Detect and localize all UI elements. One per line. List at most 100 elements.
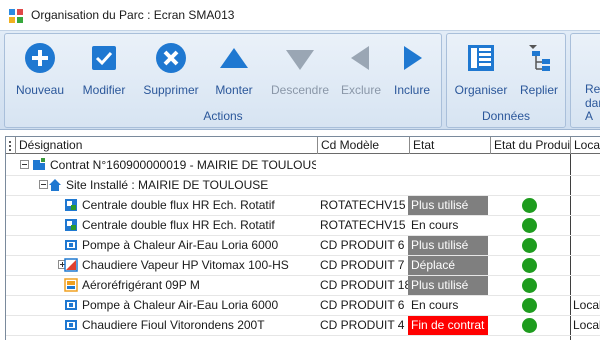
- arrow-up-icon: [220, 48, 248, 68]
- nouveau-button[interactable]: Nouveau: [12, 42, 68, 106]
- status-ok-icon: [522, 218, 537, 233]
- plus-circle-icon: [25, 43, 55, 73]
- grid-layout-icon: [468, 45, 494, 71]
- equipment-icon: [65, 320, 77, 330]
- ventilation-unit-icon: [65, 199, 77, 211]
- nouveau-label: Nouveau: [15, 83, 65, 97]
- column-header-etat-produit[interactable]: Etat du Produit: [491, 137, 571, 154]
- cell-modele: CD PRODUIT 6: [320, 238, 405, 252]
- contract-icon: [33, 158, 45, 170]
- descendre-label: Descendre: [270, 83, 330, 97]
- donnees-group: Organiser Replier Données: [446, 33, 566, 128]
- cell-designation: Site Installé : MAIRIE DE TOULOUSE: [66, 178, 269, 192]
- monter-button[interactable]: Monter: [209, 42, 259, 106]
- column-header-designation[interactable]: Désignation: [16, 137, 318, 154]
- column-header-etat[interactable]: Etat: [410, 137, 491, 154]
- partial-button[interactable]: Re dan: [585, 82, 600, 110]
- cell-designation: Pompe à Chaleur Air-Eau Loria 6000: [82, 238, 279, 252]
- cell-designation: Chaudiere Fioul Vitorondens 200T: [82, 318, 265, 332]
- status-ok-icon: [522, 278, 537, 293]
- tree-collapse-icon: [529, 45, 550, 71]
- window-title: Organisation du Parc : Ecran SMA013: [31, 8, 235, 22]
- actions-caption: Actions: [203, 109, 243, 123]
- exclure-label: Exclure: [340, 83, 381, 97]
- equipment-icon: [65, 240, 77, 250]
- monter-label: Monter: [215, 83, 253, 97]
- modifier-button[interactable]: Modifier: [75, 42, 133, 106]
- cell-etat: Plus utilisé: [408, 276, 488, 295]
- actions-group: Nouveau Modifier Supprimer Monter Descen…: [4, 33, 442, 128]
- cell-etat: En cours: [411, 298, 459, 312]
- replier-label: Replier: [519, 83, 558, 97]
- cell-etat: Fin de contrat: [408, 316, 488, 335]
- table-row[interactable]: Aéroréfrigérant 09P M CD PRODUIT 18 Plus u…: [6, 275, 600, 295]
- inclure-button[interactable]: Inclure: [390, 42, 434, 106]
- cell-designation: Aéroréfrigérant 09P M: [82, 278, 200, 292]
- collapse-icon[interactable]: [39, 180, 48, 189]
- supprimer-button[interactable]: Supprimer: [138, 42, 204, 106]
- organiser-button[interactable]: Organiser: [450, 42, 512, 106]
- row-divider: [6, 335, 600, 336]
- ventilation-unit-icon: [65, 219, 77, 231]
- partial-label-1: Re: [585, 82, 600, 96]
- title-bar: Organisation du Parc : Ecran SMA013: [0, 0, 600, 30]
- cell-etat: Déplacé: [408, 256, 488, 275]
- cell-designation: Pompe à Chaleur Air-Eau Loria 6000: [82, 298, 279, 312]
- table-row[interactable]: Pompe à Chaleur Air-Eau Loria 6000 CD PRO…: [6, 235, 600, 255]
- table-row[interactable]: Centrale double flux HR Ech. Rotatif ROTA…: [6, 215, 600, 235]
- status-ok-icon: [522, 298, 537, 313]
- column-header-localisation[interactable]: Locali: [571, 137, 600, 154]
- cell-modele: CD PRODUIT 6: [320, 298, 405, 312]
- cell-localisation: Local T: [573, 318, 600, 332]
- table-row[interactable]: Pompe à Chaleur Air-Eau Loria 6000 CD PRO…: [6, 295, 600, 315]
- app-icon: [9, 9, 23, 23]
- status-ok-icon: [522, 258, 537, 273]
- arrow-left-icon: [351, 46, 369, 70]
- table-row[interactable]: Chaudiere Fioul Vitorondens 200T CD PRODU…: [6, 315, 600, 335]
- partial-caption: A: [585, 109, 594, 123]
- equipment-icon: [65, 300, 77, 310]
- table-row[interactable]: Centrale double flux HR Ech. Rotatif ROTA…: [6, 195, 600, 215]
- status-ok-icon: [522, 318, 537, 333]
- descendre-button[interactable]: Descendre: [267, 42, 333, 106]
- cell-etat: Plus utilisé: [408, 196, 488, 215]
- collapse-icon[interactable]: [20, 160, 29, 169]
- cell-modele: CD PRODUIT 4: [320, 318, 405, 332]
- cell-etat: En cours: [411, 218, 459, 232]
- arrow-down-icon: [286, 50, 314, 70]
- modifier-label: Modifier: [82, 83, 126, 97]
- cell-modele: ROTATECHV15: [320, 218, 406, 232]
- status-ok-icon: [522, 198, 537, 213]
- partial-label-2: dan: [585, 96, 600, 110]
- cell-designation: Centrale double flux HR Ech. Rotatif: [82, 198, 275, 212]
- partial-group: Re dan A: [570, 33, 600, 128]
- cell-localisation: Local T: [573, 298, 600, 312]
- cell-modele: [320, 155, 408, 175]
- organisation-grid: Désignation Cd Modèle Etat Etat du Produ…: [5, 136, 600, 340]
- tree-row-site[interactable]: Site Installé : MAIRIE DE TOULOUSE: [6, 175, 600, 195]
- house-icon: [49, 179, 61, 191]
- grid-header: Désignation Cd Modèle Etat Etat du Produ…: [6, 137, 600, 154]
- x-circle-icon: [156, 43, 186, 73]
- cell-designation: Chaudiere Vapeur HP Vitomax 100-HS: [82, 258, 289, 272]
- replier-button[interactable]: Replier: [517, 42, 561, 106]
- boiler-icon: [64, 258, 78, 272]
- column-chooser-handle[interactable]: [6, 137, 16, 154]
- inclure-label: Inclure: [393, 83, 431, 97]
- arrow-right-icon: [404, 46, 422, 70]
- checkbox-icon: [92, 46, 116, 70]
- ribbon: Nouveau Modifier Supprimer Monter Descen…: [0, 30, 600, 130]
- table-row[interactable]: Chaudiere Vapeur HP Vitomax 100-HS CD PRO…: [6, 255, 600, 275]
- organiser-label: Organiser: [454, 83, 508, 97]
- cell-designation: Contrat N°160900000019 - MAIRIE DE TOULO…: [50, 158, 316, 172]
- status-ok-icon: [522, 238, 537, 253]
- column-header-modele[interactable]: Cd Modèle: [318, 137, 410, 154]
- tree-row-contract[interactable]: Contrat N°160900000019 - MAIRIE DE TOULO…: [6, 155, 600, 175]
- cell-modele: CD PRODUIT 18: [320, 278, 408, 292]
- cell-modele: ROTATECHV15: [320, 198, 406, 212]
- exclure-button[interactable]: Exclure: [338, 42, 384, 106]
- cell-etat: Plus utilisé: [408, 236, 488, 255]
- donnees-caption: Données: [481, 109, 531, 123]
- cell-modele: CD PRODUIT 7: [320, 258, 405, 272]
- supprimer-label: Supprimer: [143, 83, 199, 97]
